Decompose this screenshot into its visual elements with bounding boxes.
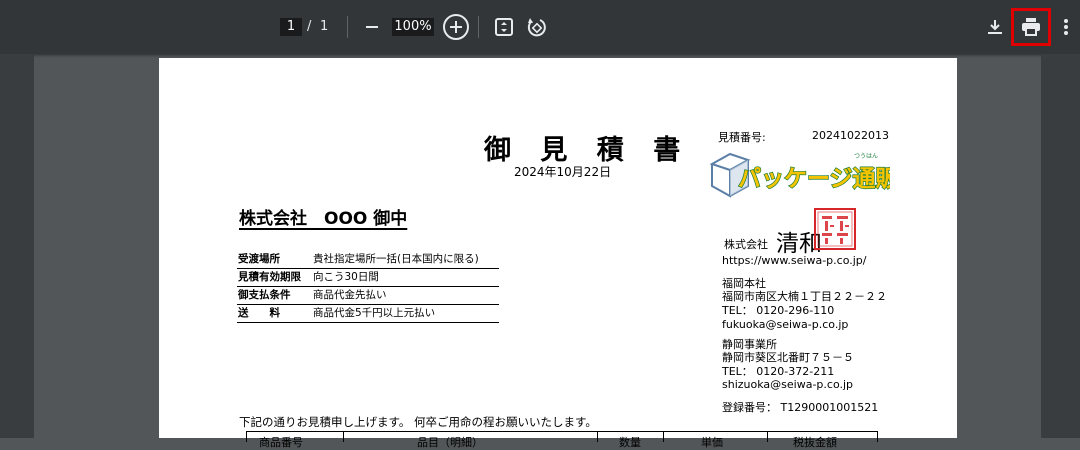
fit-page-icon[interactable] — [493, 16, 515, 38]
items-table-header: 商品番号 品目（明細） 数量 単価 税抜金額 — [246, 431, 878, 449]
table-divider — [343, 432, 344, 442]
terms-row: 送 料 商品代金5千円以上元払い — [237, 305, 499, 323]
logo-text: パッケージ通販 — [738, 166, 890, 192]
page-number-input[interactable]: 1 — [280, 18, 302, 36]
table-divider — [597, 432, 598, 442]
office-email: fukuoka@seiwa-p.co.jp — [722, 318, 849, 331]
minus-icon[interactable] — [362, 17, 382, 37]
terms-value: 貴社指定場所一括(日本国内に限る) — [313, 253, 479, 265]
terms-table: 受渡場所 貴社指定場所一括(日本国内に限る) 見積有効期限 向こう30日間 御支… — [237, 251, 499, 323]
terms-label: 見積有効期限 — [238, 271, 301, 283]
rotate-icon[interactable] — [526, 16, 548, 38]
terms-row: 見積有効期限 向こう30日間 — [237, 269, 499, 287]
document-date: 2024年10月22日 — [514, 165, 612, 179]
estimate-number: 20241022013 — [812, 129, 889, 142]
terms-label: 御支払条件 — [238, 289, 291, 301]
terms-label: 送 料 — [238, 307, 280, 319]
terms-label: 受渡場所 — [238, 253, 280, 265]
registration-number: 登録番号： T1290001001521 — [722, 401, 879, 414]
table-divider — [663, 432, 664, 442]
print-button-highlight — [1011, 8, 1051, 46]
page-separator: / — [307, 19, 312, 34]
download-icon[interactable] — [985, 16, 1005, 38]
toolbar-divider — [347, 16, 348, 38]
office-email: shizuoka@seiwa-p.co.jp — [722, 378, 854, 391]
office-name: 静岡事業所 — [722, 338, 777, 351]
client-name: 株式会社 OOO 御中 — [239, 209, 408, 229]
terms-row: 御支払条件 商品代金先払い — [237, 287, 499, 305]
terms-value: 向こう30日間 — [313, 271, 379, 283]
office-address: 静岡市葵区北番町７５－５ — [722, 351, 854, 364]
office-tel: TEL： 0120-296-110 — [722, 304, 835, 317]
page-total: 1 — [320, 19, 329, 34]
zoom-level-input[interactable]: 100% — [392, 18, 434, 36]
pdf-toolbar: 1 / 1 100% — [0, 0, 1080, 54]
company-url: https://www.seiwa-p.co.jp/ — [722, 254, 867, 267]
office-name: 福岡本社 — [722, 277, 766, 290]
plus-circle-icon[interactable] — [442, 13, 470, 41]
table-header-cell: 商品番号 — [259, 436, 303, 449]
office-address: 福岡市南区大楠１丁目２２－２２ — [722, 290, 887, 303]
terms-row: 受渡場所 貴社指定場所一括(日本国内に限る) — [237, 251, 499, 269]
document-title: 御 見 積 書 — [484, 135, 691, 166]
estimate-number-label: 見積番号: — [718, 131, 766, 144]
table-header-cell: 品目（明細） — [417, 436, 483, 449]
more-vert-icon[interactable] — [1058, 16, 1074, 38]
company-logo: パッケージ通販 つうはん — [708, 150, 900, 202]
company-seal — [813, 207, 857, 251]
viewer-left-margin — [0, 54, 34, 438]
table-divider — [767, 432, 768, 442]
viewer-right-margin — [1041, 54, 1080, 438]
table-header-cell: 税抜金額 — [793, 436, 837, 449]
terms-value: 商品代金5千円以上元払い — [313, 307, 436, 319]
toolbar-divider — [478, 16, 479, 38]
table-header-cell: 単価 — [701, 436, 723, 449]
company-prefix: 株式会社 — [724, 238, 768, 251]
office-tel: TEL： 0120-372-211 — [722, 365, 835, 378]
terms-value: 商品代金先払い — [313, 289, 387, 301]
table-header-cell: 数量 — [619, 436, 641, 449]
logo-ruby: つうはん — [854, 153, 878, 160]
intro-text: 下記の通りお見積申し上げます。 何卒ご用命の程お願いいたします。 — [239, 415, 597, 429]
